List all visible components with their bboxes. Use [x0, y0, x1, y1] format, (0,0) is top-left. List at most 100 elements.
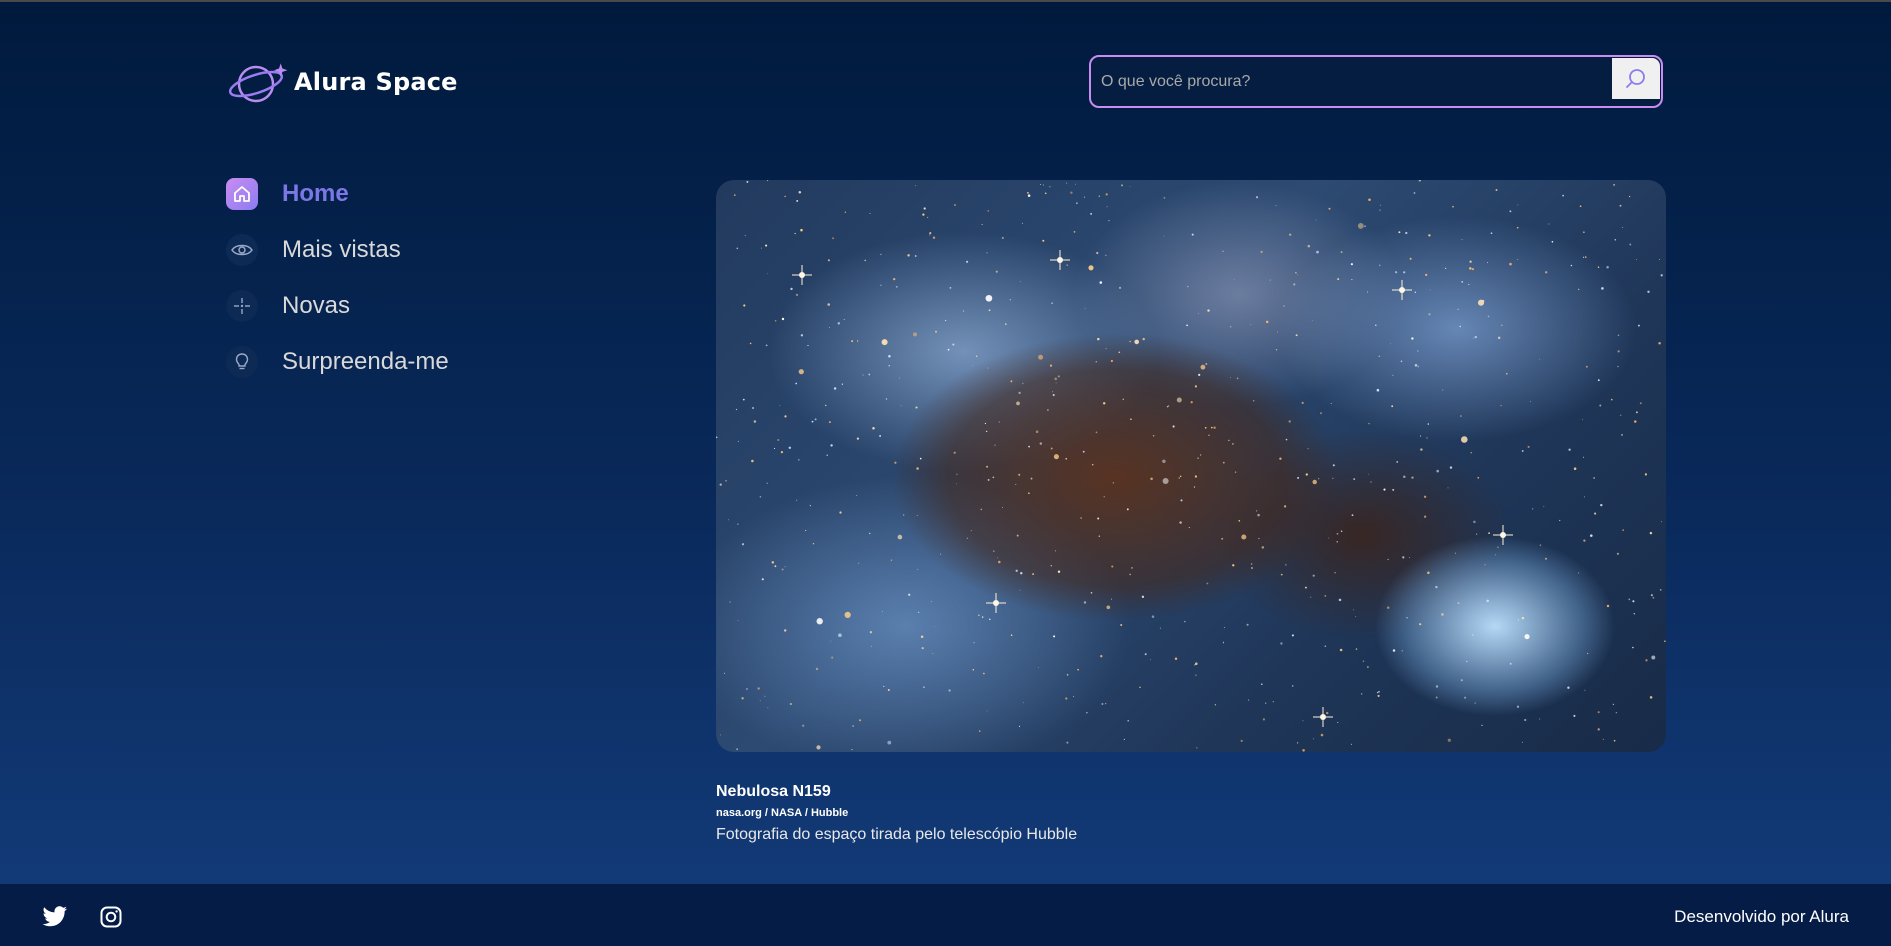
star — [1159, 627, 1161, 629]
star — [1204, 426, 1207, 429]
instagram-link[interactable] — [100, 906, 122, 933]
star — [737, 523, 739, 525]
star — [761, 247, 763, 249]
star — [1240, 739, 1243, 743]
image-source: nasa.org / NASA / Hubble — [716, 807, 849, 819]
search-input[interactable] — [1101, 57, 1601, 106]
star — [916, 515, 918, 517]
star — [1049, 364, 1053, 367]
star — [1597, 379, 1600, 382]
star — [1095, 360, 1098, 363]
star — [796, 499, 798, 501]
star — [1539, 544, 1542, 546]
star — [1481, 724, 1483, 726]
star — [1028, 492, 1030, 495]
star — [923, 686, 925, 689]
star — [1419, 435, 1422, 437]
star — [773, 447, 776, 449]
star — [1105, 703, 1107, 705]
star — [1615, 711, 1618, 714]
star — [883, 685, 885, 688]
planet-logo-icon — [228, 63, 288, 103]
star — [1028, 445, 1030, 448]
star — [1459, 325, 1461, 328]
star — [1414, 364, 1418, 367]
star — [1019, 280, 1021, 282]
star — [1524, 634, 1530, 640]
star — [1469, 267, 1472, 270]
star — [963, 310, 965, 312]
star — [917, 611, 920, 614]
star — [956, 483, 958, 485]
star — [1401, 650, 1403, 652]
star — [1199, 454, 1202, 456]
sidebar-item-mais-vistas[interactable]: Mais vistas — [226, 234, 401, 266]
sidebar-item-novas[interactable]: Novas — [226, 290, 350, 322]
star — [1649, 696, 1653, 699]
star — [1633, 612, 1636, 615]
star — [1256, 510, 1258, 512]
featured-image[interactable] — [716, 180, 1666, 752]
star — [1018, 473, 1021, 476]
star — [746, 688, 748, 690]
star — [1590, 534, 1593, 537]
star — [1484, 564, 1486, 566]
star — [1364, 225, 1366, 227]
star — [994, 444, 996, 446]
sidebar-item-home[interactable]: Home — [226, 178, 349, 210]
star — [1111, 598, 1112, 600]
star — [907, 254, 910, 257]
star — [908, 593, 911, 596]
star — [807, 344, 809, 347]
star — [1350, 263, 1353, 266]
twitter-icon — [42, 906, 67, 927]
star — [986, 430, 988, 432]
star — [914, 185, 916, 187]
star — [1368, 473, 1370, 475]
star — [1134, 339, 1139, 345]
sidebar-item-surpreenda-me[interactable]: Surpreenda-me — [226, 346, 449, 378]
star — [1288, 420, 1291, 423]
star — [869, 631, 873, 634]
sparkle-icon — [226, 290, 258, 322]
star — [1495, 189, 1498, 191]
star — [761, 578, 764, 581]
star — [1544, 557, 1548, 560]
star — [1004, 323, 1007, 325]
star — [719, 483, 722, 486]
star — [1460, 679, 1463, 682]
search-button[interactable] — [1612, 58, 1660, 99]
star — [1355, 616, 1357, 618]
star — [1279, 457, 1282, 460]
logo[interactable]: Alura Space — [228, 60, 458, 104]
twitter-link[interactable] — [42, 906, 68, 933]
star — [1265, 702, 1267, 704]
star — [831, 656, 834, 659]
star — [1019, 589, 1021, 591]
star — [1280, 642, 1283, 645]
star — [930, 600, 932, 602]
star — [1142, 337, 1145, 341]
star — [1353, 478, 1356, 481]
star — [1162, 477, 1169, 485]
star — [1442, 389, 1444, 391]
star — [774, 320, 777, 322]
star — [1106, 605, 1111, 610]
star — [828, 421, 831, 424]
star — [920, 635, 924, 638]
star — [1091, 464, 1094, 466]
star — [981, 616, 984, 618]
star — [1487, 315, 1490, 318]
star — [1106, 206, 1108, 208]
star — [929, 232, 932, 235]
star — [893, 277, 896, 281]
star — [1395, 271, 1398, 274]
star — [1400, 360, 1403, 363]
star — [1032, 573, 1035, 576]
star — [1283, 505, 1287, 508]
star — [811, 420, 814, 423]
star — [800, 228, 803, 232]
star — [1232, 564, 1235, 567]
star — [1405, 231, 1408, 235]
star — [1650, 594, 1653, 597]
